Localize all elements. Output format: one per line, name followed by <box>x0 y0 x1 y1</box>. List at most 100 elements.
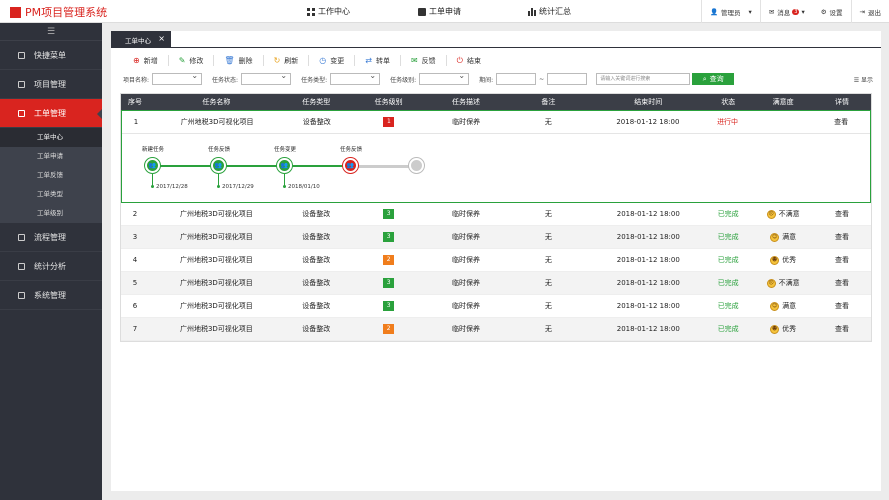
timeline-date-text: 2018/01/10 <box>288 184 320 190</box>
timeline-node-icon: 👥 <box>343 158 358 173</box>
toolbar-button-0[interactable]: ⊕ 新增 <box>123 55 169 66</box>
settings-label: 设置 <box>829 8 843 17</box>
user-menu[interactable]: 👤 管理员 ▾ <box>702 7 760 17</box>
task-name: 广州地税3D可视化项目 <box>179 325 253 333</box>
search-icon: ⌕ <box>702 74 707 83</box>
task-level-label: 任务级别: <box>390 76 417 84</box>
sidebar-item-process[interactable]: 流程管理 <box>0 223 102 252</box>
column-display-toggle[interactable]: ☰ 显示 <box>854 75 873 84</box>
period-start-input[interactable] <box>496 73 537 85</box>
sidebar-item-analytics[interactable]: 统计分析 <box>0 252 102 281</box>
sidebar-subitem-work-order-feedback[interactable]: 工单反馈 <box>0 166 102 185</box>
table-row[interactable]: 2 广州地税3D可视化项目 设备整改 3 临时保养 无 2018-01-12 18:00 已完… <box>121 203 871 226</box>
end-time: 2018-01-12 18:00 <box>616 279 680 287</box>
end-time: 2018-01-12 18:00 <box>616 118 680 126</box>
task-remark: 无 <box>544 210 552 218</box>
satisfaction-label: 不满意 <box>778 279 800 287</box>
row-number: 4 <box>132 256 138 264</box>
toolbar-button-6[interactable]: ✉ 反馈 <box>401 55 447 66</box>
timeline-step-label: 任务反馈 <box>340 147 363 153</box>
task-name: 广州地税3D可视化项目 <box>179 256 253 264</box>
column-header: 序号 <box>127 98 142 106</box>
table-row[interactable]: 3 广州地税3D可视化项目 设备整改 3 临时保养 无 2018-01-12 18:00 已完… <box>121 226 871 249</box>
sidebar-subitem-work-order-center[interactable]: 工单中心 <box>0 128 102 147</box>
toolbar-button-label: 变更 <box>330 56 345 65</box>
mail-icon: ✉ <box>768 7 775 16</box>
toolbar-button-3[interactable]: ↻ 刷新 <box>264 55 310 66</box>
row-number: 5 <box>132 279 138 287</box>
timeline-date: 2017/12/28 <box>151 184 188 190</box>
task-type: 设备整改 <box>302 256 331 264</box>
table-row[interactable]: 5 广州地税3D可视化项目 设备整改 3 临时保养 无 2018-01-12 18:00 已完… <box>121 272 871 295</box>
task-description: 临时保养 <box>452 325 481 333</box>
toolbar-button-label: 结束 <box>466 56 481 65</box>
table-row[interactable]: 6 广州地税3D可视化项目 设备整改 3 临时保养 无 2018-01-12 18:00 已完… <box>121 295 871 318</box>
task-type-select[interactable] <box>330 71 381 85</box>
column-header: 任务级别 <box>374 98 403 106</box>
sidebar-item-projects[interactable]: 项目管理 <box>0 70 102 99</box>
topnav-stats[interactable]: 统计汇总 <box>528 0 571 23</box>
caret-down-icon: ▾ <box>801 7 805 16</box>
satisfaction-label: 不满意 <box>778 210 800 218</box>
view-detail-link[interactable]: 查看 <box>813 278 871 288</box>
table-row[interactable]: 7 广州地税3D可视化项目 设备整改 2 临时保养 无 2018-01-12 18:00 已完… <box>121 318 871 341</box>
view-detail-link[interactable]: 查看 <box>812 117 870 127</box>
task-name: 广州地税3D可视化项目 <box>179 279 253 287</box>
view-detail-link[interactable]: 查看 <box>813 232 871 242</box>
close-icon[interactable]: × <box>158 34 165 43</box>
expanded-row: 1 广州地税3D可视化项目 设备整改 1 临时保养 无 2018-01-12 18:00 进行… <box>121 110 871 203</box>
toolbar-icon: ◷ <box>319 56 327 65</box>
topnav-work-order-apply[interactable]: 工单申请 <box>418 0 461 23</box>
period-end-input[interactable] <box>547 73 588 85</box>
toolbar-button-5[interactable]: ⇄ 转单 <box>355 55 401 66</box>
row-number: 7 <box>132 325 138 333</box>
view-detail-link[interactable]: 查看 <box>813 209 871 219</box>
topnav-work-center[interactable]: 工作中心 <box>307 0 350 23</box>
sidebar-subitem-work-order-type[interactable]: 工单类型 <box>0 185 102 204</box>
shortcut-icon <box>18 51 25 59</box>
query-button[interactable]: ⌕ 查询 <box>692 73 735 85</box>
task-type: 设备整改 <box>302 325 331 333</box>
task-level-cell: 3 <box>349 209 429 219</box>
task-level-badge: 3 <box>383 232 395 242</box>
view-detail-link[interactable]: 查看 <box>813 255 871 265</box>
satisfaction-face-icon: ☻ <box>770 324 780 334</box>
view-detail-link[interactable]: 查看 <box>813 324 871 334</box>
view-detail-link[interactable]: 查看 <box>813 301 871 311</box>
sidebar-item-shortcuts[interactable]: 快捷菜单 <box>0 41 102 70</box>
toolbar-button-4[interactable]: ◷ 变更 <box>309 55 356 66</box>
row-number: 6 <box>132 302 138 310</box>
sidebar-item-label: 快捷菜单 <box>34 50 66 60</box>
timeline-pending-line <box>350 165 416 168</box>
sidebar-subitem-work-order-level[interactable]: 工单级别 <box>0 204 102 223</box>
task-description: 临时保养 <box>452 256 481 264</box>
gear-icon: ⚙ <box>820 7 827 16</box>
toolbar-button-2[interactable]: 🗑 删除 <box>214 55 264 66</box>
toolbar-button-1[interactable]: ✎ 修改 <box>169 55 215 66</box>
sidebar-item-work-orders[interactable]: 工单管理 <box>0 99 102 128</box>
table-row[interactable]: 4 广州地税3D可视化项目 设备整改 2 临时保养 无 2018-01-12 18:00 已完… <box>121 249 871 272</box>
tab-work-order-center[interactable]: 工单中心 × <box>111 31 171 48</box>
status-text: 已完成 <box>717 210 739 218</box>
settings-button[interactable]: ⚙ 设置 <box>813 7 851 17</box>
satisfaction-cell: ☹ 不满意 <box>753 209 813 219</box>
sidebar-toggle-icon[interactable]: ☰ <box>0 23 102 41</box>
task-level-badge: 3 <box>383 301 395 311</box>
sidebar-item-system[interactable]: 系统管理 <box>0 281 102 310</box>
messages-button[interactable]: ✉ 消息 3 ▾ <box>761 7 813 17</box>
task-status-select[interactable] <box>241 71 292 85</box>
table-row[interactable]: 1 广州地税3D可视化项目 设备整改 1 临时保养 无 2018-01-12 18:00 进行… <box>122 111 870 134</box>
task-type: 设备整改 <box>302 302 331 310</box>
satisfaction-cell: ☺ 满意 <box>753 301 813 311</box>
toolbar-button-7[interactable]: ⏻ 结束 <box>447 55 491 66</box>
sidebar-subitem-work-order-apply[interactable]: 工单申请 <box>0 147 102 166</box>
task-level-select[interactable] <box>419 71 470 85</box>
task-level-cell: 2 <box>349 324 429 334</box>
app-logo[interactable]: PM项目管理系统 <box>10 4 107 20</box>
project-name-select[interactable] <box>152 71 203 85</box>
status-text: 已完成 <box>717 325 739 333</box>
logout-label: 退出 <box>868 8 881 17</box>
logout-button[interactable]: ⇥ 退出 <box>852 7 889 17</box>
satisfaction-face-icon: ☹ <box>766 278 776 288</box>
keyword-search-input[interactable]: 请输入关键词进行搜索 <box>596 73 691 85</box>
